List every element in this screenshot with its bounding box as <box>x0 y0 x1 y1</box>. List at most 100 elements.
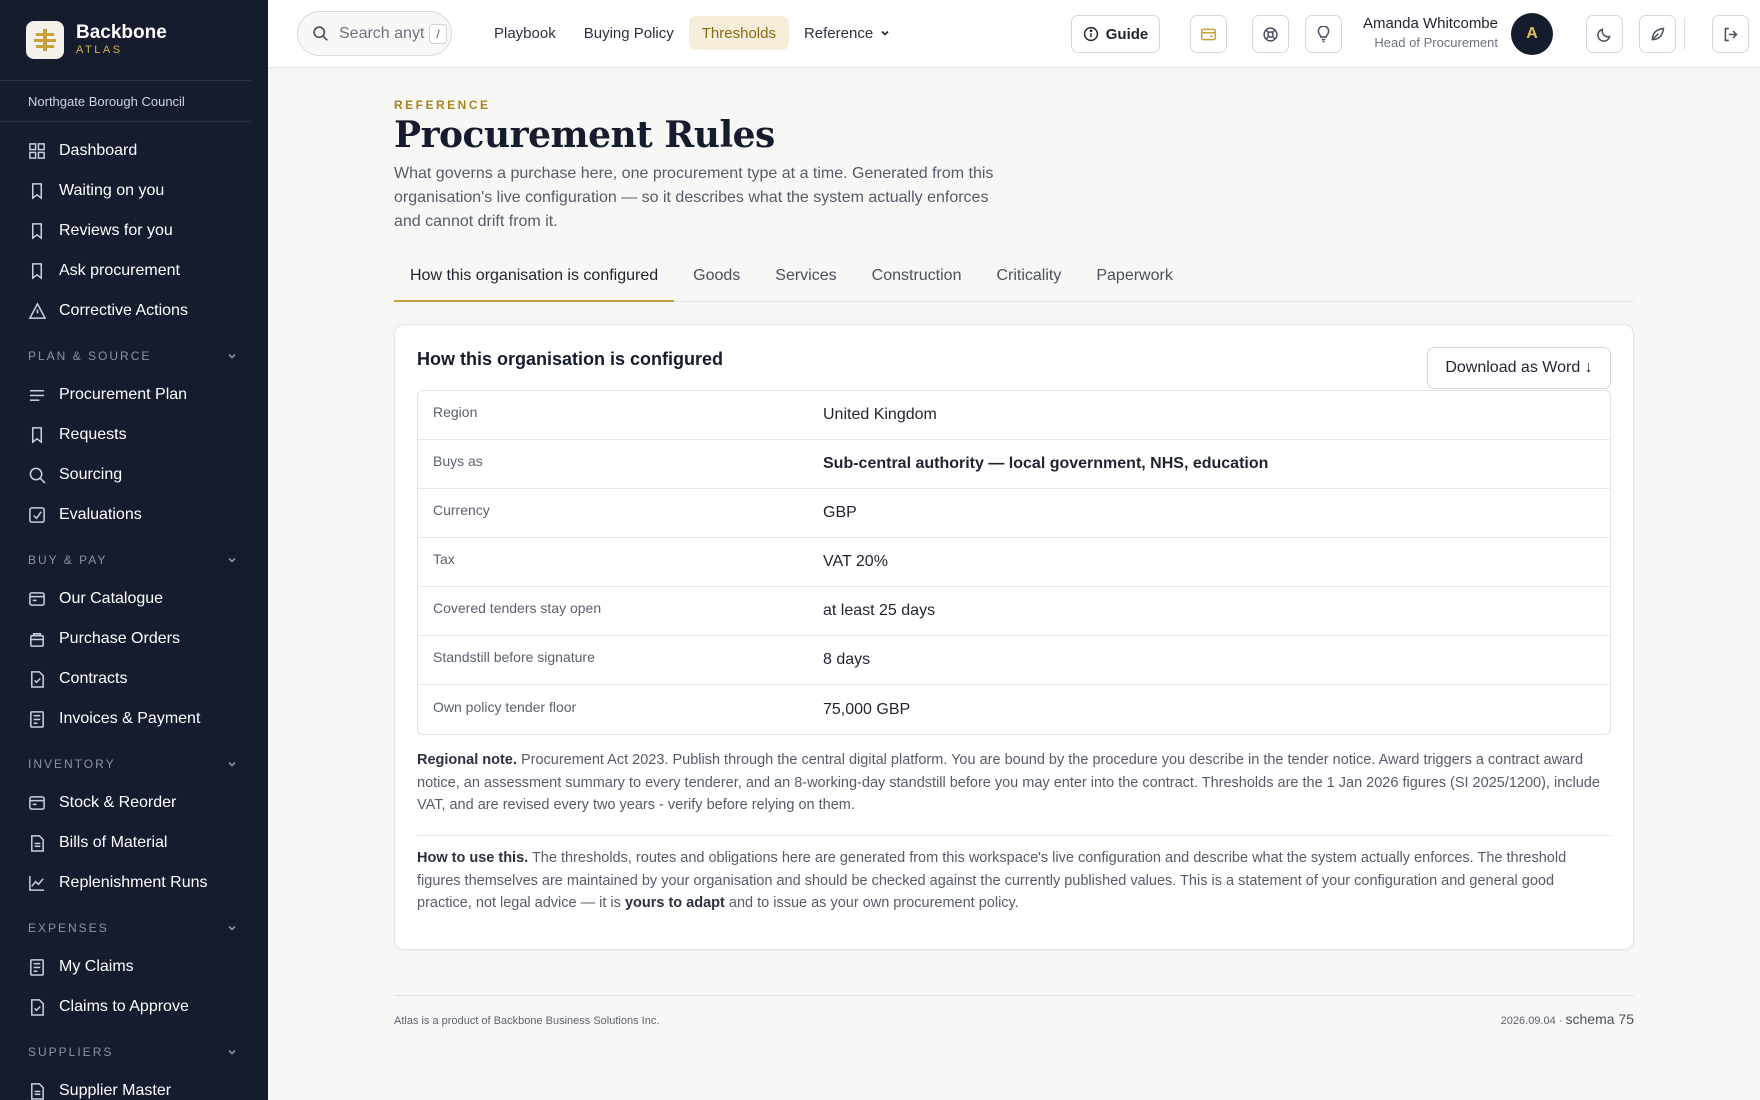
lifebuoy-icon <box>1263 26 1278 42</box>
user-info[interactable]: Amanda Whitcombe Head of Procurement <box>1358 13 1498 52</box>
note-divider <box>417 835 1611 836</box>
feedback-button[interactable] <box>1639 15 1676 53</box>
chevron-down-icon <box>228 353 236 359</box>
sidebar-section-inventory[interactable]: INVENTORY <box>0 745 268 783</box>
support-button[interactable] <box>1252 15 1289 53</box>
sidebar-item-purchase-orders[interactable]: Purchase Orders <box>0 619 268 659</box>
tab-goods[interactable]: Goods <box>677 264 756 302</box>
sidebar-item-procurement-plan[interactable]: Procurement Plan <box>0 375 268 415</box>
tab-how-this-organisation-is-configured[interactable]: How this organisation is configured <box>394 264 675 302</box>
document-check-icon <box>31 999 44 1016</box>
topnav-label: Reference <box>803 24 874 42</box>
card-icon <box>29 796 45 810</box>
topnav-playbook[interactable]: Playbook <box>481 16 569 50</box>
search-input[interactable]: Search anything / <box>297 11 452 56</box>
sidebar-item-invoices-payment[interactable]: Invoices & Payment <box>0 699 268 739</box>
chart-line-icon <box>29 875 45 891</box>
table-row: Standstill before signature 8 days <box>418 636 1610 685</box>
sidebar-item-corrective-actions[interactable]: Corrective Actions <box>0 291 268 331</box>
sidebar-item-bills-of-material[interactable]: Bills of Material <box>0 823 268 863</box>
row-key: Currency <box>433 502 490 518</box>
checkbox-icon <box>29 507 45 523</box>
regional-note: Regional note. Procurement Act 2023. Pub… <box>417 749 1611 817</box>
footer-version: 2026.09.04 · schema 75 <box>1501 1011 1634 1027</box>
sidebar-item-evaluations[interactable]: Evaluations <box>0 495 268 535</box>
receipt-icon <box>30 711 44 728</box>
sidebar-item-replenishment-runs[interactable]: Replenishment Runs <box>0 863 268 903</box>
sidebar-item-ask-procurement[interactable]: Ask procurement <box>0 251 268 291</box>
brand[interactable]: Backbone ATLAS <box>0 0 252 81</box>
ideas-button[interactable] <box>1305 15 1342 53</box>
row-key: Covered tenders stay open <box>433 600 602 616</box>
sidebar-item-label: Supplier Master <box>59 1082 172 1099</box>
tab-paperwork[interactable]: Paperwork <box>1080 264 1188 302</box>
sidebar-item-my-claims[interactable]: My Claims <box>0 947 268 987</box>
sidebar-item-stock-reorder[interactable]: Stock & Reorder <box>0 783 268 823</box>
wallet-icon <box>1200 28 1217 40</box>
page-eyebrow: REFERENCE <box>394 98 491 112</box>
sidebar-section-title: BUY & PAY <box>28 553 108 567</box>
sidebar-section-plan-source[interactable]: PLAN & SOURCE <box>0 337 268 375</box>
footer-divider <box>394 995 1634 996</box>
bag-icon <box>30 633 44 647</box>
logout-button[interactable] <box>1712 15 1749 53</box>
chevron-down-icon <box>228 761 236 767</box>
sidebar-item-waiting-on-you[interactable]: Waiting on you <box>0 171 268 211</box>
bookmark-icon <box>31 427 43 444</box>
document-check-icon <box>31 671 44 688</box>
leaf-icon <box>1651 27 1665 40</box>
regional-note-text: Procurement Act 2023. Publish through th… <box>417 752 1600 813</box>
row-value: at least 25 days <box>823 602 936 619</box>
tab-services[interactable]: Services <box>759 264 852 302</box>
avatar[interactable]: A <box>1511 13 1553 55</box>
guide-button[interactable]: Guide <box>1071 15 1160 53</box>
sidebar-item-contracts[interactable]: Contracts <box>0 659 268 699</box>
sidebar-item-our-catalogue[interactable]: Our Catalogue <box>0 579 268 619</box>
how-to-use-emphasis: yours to adapt <box>624 895 725 911</box>
list-icon <box>29 389 45 401</box>
sidebar-item-sourcing[interactable]: Sourcing <box>0 455 268 495</box>
organisation-name[interactable]: Northgate Borough Council <box>0 81 252 122</box>
sidebar-item-label: Sourcing <box>59 466 123 483</box>
search-icon <box>313 26 328 41</box>
topnav-buying-policy[interactable]: Buying Policy <box>571 16 687 50</box>
table-row: Covered tenders stay open at least 25 day… <box>418 587 1610 636</box>
user-name: Amanda Whitcombe <box>1362 15 1498 32</box>
sidebar-item-requests[interactable]: Requests <box>0 415 268 455</box>
table-row: Region United Kingdom <box>418 391 1610 440</box>
regional-note-label: Regional note. <box>417 752 517 768</box>
sidebar-item-label: Bills of Material <box>59 834 168 851</box>
brand-name: Backbone <box>76 22 167 43</box>
sidebar-item-label: My Claims <box>59 958 134 975</box>
sidebar-item-claims-to-approve[interactable]: Claims to Approve <box>0 987 268 1027</box>
table-row: Own policy tender floor 75,000 GBP <box>418 685 1610 734</box>
sidebar-item-dashboard[interactable]: Dashboard <box>0 131 268 171</box>
row-key: Own policy tender floor <box>433 698 577 715</box>
row-key: Standstill before signature <box>433 649 595 665</box>
row-value: Sub-central authority — local government… <box>823 455 1269 472</box>
theme-toggle-button[interactable] <box>1586 15 1623 53</box>
topnav-reference[interactable]: Reference <box>791 16 904 50</box>
chevron-down-icon <box>881 30 889 36</box>
receipt-icon <box>30 959 44 976</box>
version-label: 2026.09.04 · <box>1500 1015 1563 1027</box>
chevron-down-icon <box>228 557 236 563</box>
topnav-thresholds[interactable]: Thresholds <box>688 16 789 50</box>
sidebar-item-label: Corrective Actions <box>59 302 188 319</box>
tab-criticality[interactable]: Criticality <box>980 264 1077 302</box>
sidebar-item-label: Evaluations <box>59 506 142 523</box>
sidebar-section-suppliers[interactable]: SUPPLIERS <box>0 1033 268 1071</box>
tab-construction[interactable]: Construction <box>856 264 978 302</box>
sidebar-section-expenses[interactable]: EXPENSES <box>0 909 268 947</box>
sidebar-item-reviews-for-you[interactable]: Reviews for you <box>0 211 268 251</box>
row-value: VAT 20% <box>823 553 888 570</box>
row-key: Tax <box>433 551 455 567</box>
wallet-button[interactable] <box>1190 15 1227 53</box>
sidebar-section-title: INVENTORY <box>28 757 116 771</box>
sidebar-section-buy-pay[interactable]: BUY & PAY <box>0 541 268 579</box>
download-word-button[interactable]: Download as Word ↓ <box>1427 347 1611 389</box>
sidebar-item-supplier-master[interactable]: Supplier Master <box>0 1071 268 1100</box>
row-value: 75,000 GBP <box>823 700 911 718</box>
sidebar-item-label: Requests <box>59 426 127 443</box>
footer-credit: Atlas is a product of Backbone Business … <box>394 1015 660 1027</box>
